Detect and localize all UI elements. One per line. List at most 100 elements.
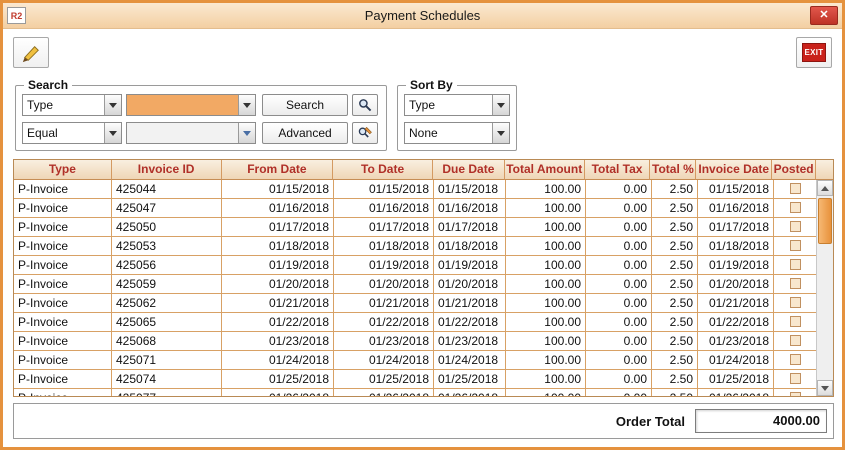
posted-checkbox[interactable]	[790, 240, 801, 251]
column-header-to-date[interactable]: To Date	[333, 160, 433, 180]
cell-total-pct: 2.50	[652, 218, 698, 237]
chevron-down-icon[interactable]	[492, 95, 509, 115]
cell-posted	[774, 313, 818, 332]
cell-invoice-id: 425053	[112, 237, 222, 256]
table-row[interactable]: P-Invoice42504401/15/201801/15/201801/15…	[14, 180, 818, 199]
column-header-from-date[interactable]: From Date	[222, 160, 334, 180]
exit-button[interactable]: EXIT	[796, 37, 832, 68]
cell-invoice-date: 01/18/2018	[698, 237, 774, 256]
scrollbar-thumb[interactable]	[818, 198, 832, 244]
search-criteria-combo[interactable]	[126, 94, 256, 116]
cell-invoice-date: 01/19/2018	[698, 256, 774, 275]
posted-checkbox[interactable]	[790, 297, 801, 308]
find-button[interactable]	[352, 94, 378, 116]
column-header-type[interactable]: Type	[14, 160, 112, 180]
chevron-down-icon[interactable]	[238, 123, 255, 143]
search-criteria2-combo[interactable]	[126, 122, 256, 144]
vertical-scrollbar[interactable]	[816, 180, 833, 396]
advanced-button[interactable]: Advanced	[262, 122, 348, 144]
search-operator-combo[interactable]: Equal	[22, 122, 122, 144]
cell-from-date: 01/25/2018	[222, 370, 334, 389]
cell-type: P-Invoice	[14, 351, 112, 370]
table-row[interactable]: P-Invoice42506501/22/201801/22/201801/22…	[14, 313, 818, 332]
posted-checkbox[interactable]	[790, 259, 801, 270]
chevron-down-icon[interactable]	[104, 95, 121, 115]
posted-checkbox[interactable]	[790, 354, 801, 365]
column-header-total-amount[interactable]: Total Amount	[505, 160, 585, 180]
posted-checkbox[interactable]	[790, 335, 801, 346]
table-row[interactable]: P-Invoice42507401/25/201801/25/201801/25…	[14, 370, 818, 389]
cell-invoice-date: 01/26/2018	[698, 389, 774, 396]
table-row[interactable]: P-Invoice42507701/26/201801/26/201801/26…	[14, 389, 818, 396]
sort-primary-combo[interactable]: Type	[404, 94, 510, 116]
posted-checkbox[interactable]	[790, 373, 801, 384]
scroll-down-button[interactable]	[817, 380, 833, 396]
cell-total-pct: 2.50	[652, 294, 698, 313]
edit-button[interactable]	[13, 37, 49, 68]
cell-due-date: 01/21/2018	[434, 294, 506, 313]
cell-invoice-date: 01/21/2018	[698, 294, 774, 313]
column-header-invoice-date[interactable]: Invoice Date	[696, 160, 772, 180]
cell-total-pct: 2.50	[652, 275, 698, 294]
cell-to-date: 01/16/2018	[334, 199, 434, 218]
cell-total-pct: 2.50	[652, 180, 698, 199]
posted-checkbox[interactable]	[790, 202, 801, 213]
search-criteria2-value	[127, 123, 238, 143]
cell-total-pct: 2.50	[652, 332, 698, 351]
posted-checkbox[interactable]	[790, 278, 801, 289]
cell-invoice-id: 425047	[112, 199, 222, 218]
cell-invoice-id: 425044	[112, 180, 222, 199]
cell-type: P-Invoice	[14, 332, 112, 351]
cell-invoice-id: 425059	[112, 275, 222, 294]
cell-invoice-id: 425071	[112, 351, 222, 370]
table-row[interactable]: P-Invoice42505001/17/201801/17/201801/17…	[14, 218, 818, 237]
chevron-down-icon[interactable]	[492, 123, 509, 143]
posted-checkbox[interactable]	[790, 316, 801, 327]
cell-total-amount: 100.00	[506, 389, 586, 396]
posted-checkbox[interactable]	[790, 183, 801, 194]
cell-posted	[774, 294, 818, 313]
search-field-combo[interactable]: Type	[22, 94, 122, 116]
cell-invoice-date: 01/22/2018	[698, 313, 774, 332]
sort-secondary-combo[interactable]: None	[404, 122, 510, 144]
cell-total-tax: 0.00	[586, 332, 652, 351]
table-row[interactable]: P-Invoice42505301/18/201801/18/201801/18…	[14, 237, 818, 256]
close-button[interactable]: ✕	[810, 6, 838, 25]
cell-invoice-id: 425062	[112, 294, 222, 313]
exit-label: EXIT	[802, 43, 827, 62]
chevron-down-icon[interactable]	[238, 95, 255, 115]
cell-total-amount: 100.00	[506, 370, 586, 389]
cell-total-amount: 100.00	[506, 180, 586, 199]
cell-total-tax: 0.00	[586, 313, 652, 332]
table-row[interactable]: P-Invoice42507101/24/201801/24/201801/24…	[14, 351, 818, 370]
chevron-down-icon[interactable]	[104, 123, 121, 143]
cell-posted	[774, 218, 818, 237]
posted-checkbox[interactable]	[790, 392, 801, 396]
cell-to-date: 01/15/2018	[334, 180, 434, 199]
cell-posted	[774, 389, 818, 396]
cell-total-amount: 100.00	[506, 275, 586, 294]
cell-posted	[774, 180, 818, 199]
column-header-posted[interactable]: Posted	[772, 160, 816, 180]
advanced-find-button[interactable]	[352, 122, 378, 144]
table-row[interactable]: P-Invoice42505601/19/201801/19/201801/19…	[14, 256, 818, 275]
invoice-table: TypeInvoice IDFrom DateTo DateDue DateTo…	[13, 159, 834, 397]
column-header-total-pct[interactable]: Total %	[650, 160, 696, 180]
table-row[interactable]: P-Invoice42506201/21/201801/21/201801/21…	[14, 294, 818, 313]
scroll-up-button[interactable]	[817, 180, 833, 196]
column-header-invoice-id[interactable]: Invoice ID	[112, 160, 222, 180]
posted-checkbox[interactable]	[790, 221, 801, 232]
cell-from-date: 01/20/2018	[222, 275, 334, 294]
table-row[interactable]: P-Invoice42504701/16/201801/16/201801/16…	[14, 199, 818, 218]
search-criteria-value	[127, 95, 238, 115]
column-header-total-tax[interactable]: Total Tax	[585, 160, 651, 180]
cell-invoice-id: 425068	[112, 332, 222, 351]
cell-total-amount: 100.00	[506, 256, 586, 275]
search-button[interactable]: Search	[262, 94, 348, 116]
column-header-due-date[interactable]: Due Date	[433, 160, 505, 180]
table-row[interactable]: P-Invoice42506801/23/201801/23/201801/23…	[14, 332, 818, 351]
table-row[interactable]: P-Invoice42505901/20/201801/20/201801/20…	[14, 275, 818, 294]
cell-from-date: 01/16/2018	[222, 199, 334, 218]
cell-type: P-Invoice	[14, 218, 112, 237]
cell-total-pct: 2.50	[652, 389, 698, 396]
